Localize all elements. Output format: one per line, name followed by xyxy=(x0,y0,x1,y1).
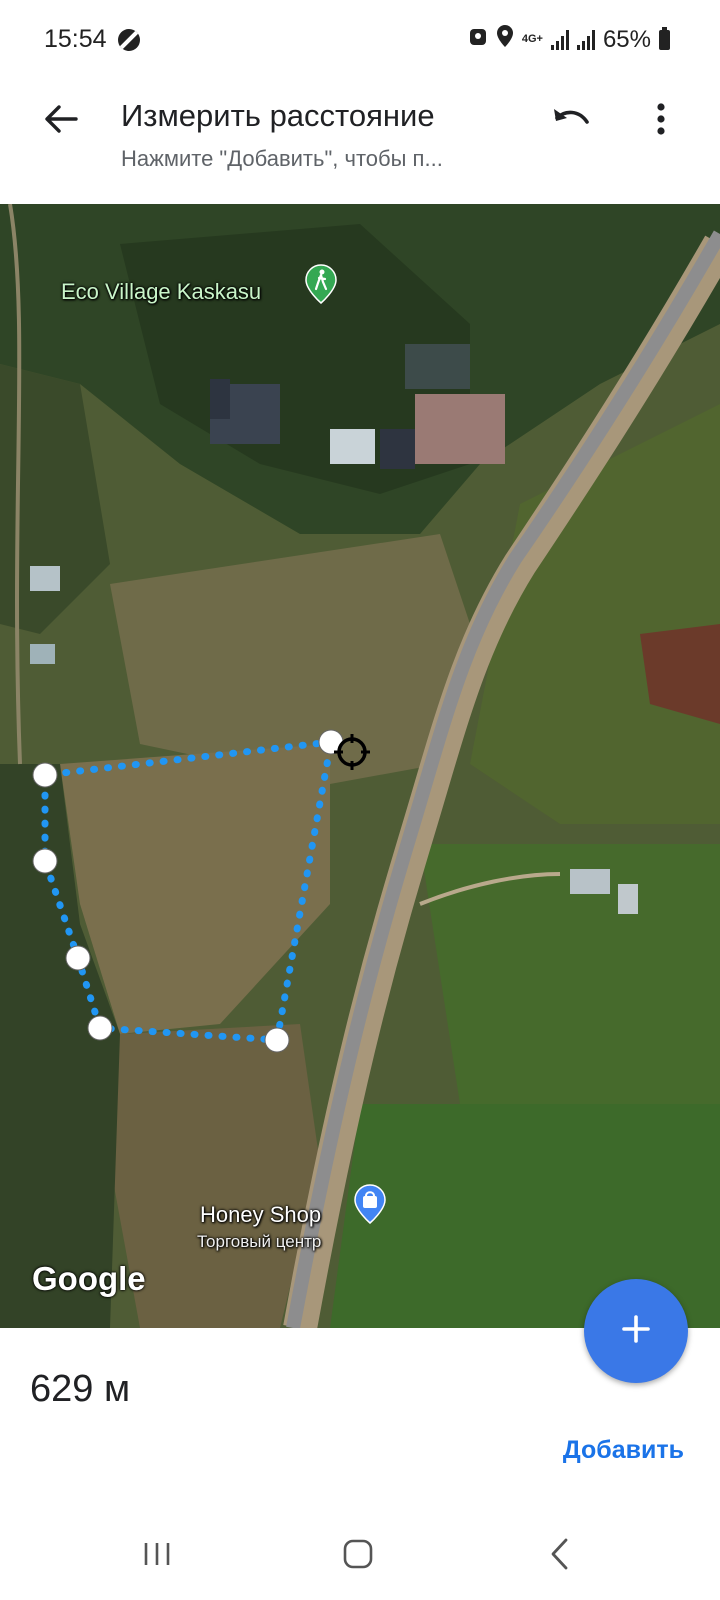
shopping-pin-icon[interactable] xyxy=(354,1184,386,1224)
undo-icon[interactable] xyxy=(546,94,596,144)
add-point-button[interactable] xyxy=(584,1279,688,1383)
add-button[interactable]: Добавить xyxy=(563,1436,684,1465)
more-vert-icon[interactable] xyxy=(636,94,686,144)
status-icons: 4G+ 65% xyxy=(468,24,670,55)
status-bar: 15:54 4G+ 65% xyxy=(0,0,720,80)
total-distance: 629 м xyxy=(30,1368,131,1410)
cloud-icon xyxy=(468,25,488,54)
battery-percent: 65% xyxy=(602,25,651,53)
signal-icon xyxy=(576,29,595,50)
google-logo: Google xyxy=(32,1260,146,1297)
top-app-bar: Измерить расстояние Нажмите "Добавить", … xyxy=(0,80,720,204)
satellite-imagery xyxy=(0,204,720,1328)
network-4g-icon: 4G+ xyxy=(521,33,543,45)
battery-icon xyxy=(659,26,670,50)
plus-icon xyxy=(621,1314,651,1349)
hiking-pin-icon[interactable] xyxy=(305,264,337,304)
place-label-honey-shop[interactable]: Honey Shop xyxy=(200,1202,321,1228)
back-icon[interactable] xyxy=(530,1532,590,1576)
back-arrow-icon[interactable] xyxy=(36,94,86,144)
location-icon xyxy=(496,24,514,55)
place-label-eco-village[interactable]: Eco Village Kaskasu xyxy=(61,279,261,305)
home-icon[interactable] xyxy=(328,1532,388,1576)
status-time: 15:54 xyxy=(44,25,107,53)
page-title: Измерить расстояние xyxy=(121,98,435,133)
recent-apps-icon[interactable] xyxy=(127,1532,187,1576)
place-category-label: Торговый центр xyxy=(197,1232,322,1251)
dnd-icon xyxy=(118,29,140,51)
map-view[interactable]: Eco Village Kaskasu Honey Shop Торговый … xyxy=(0,204,720,1328)
system-nav-bar xyxy=(0,1512,720,1600)
page-subtitle: Нажмите "Добавить", чтобы п... xyxy=(121,146,443,171)
signal-icon xyxy=(550,29,569,50)
